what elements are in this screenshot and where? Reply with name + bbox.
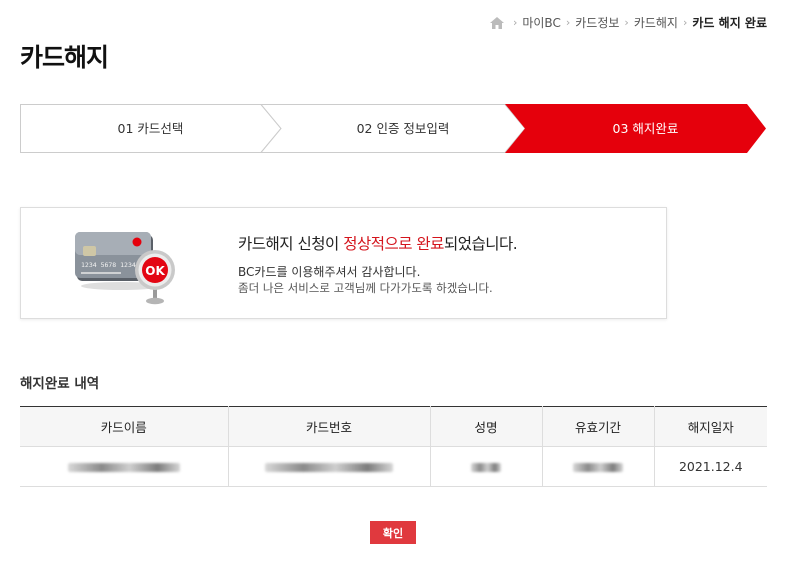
table-header-row: 카드이름 카드번호 성명 유효기간 해지일자 bbox=[20, 406, 767, 447]
breadcrumb: › 마이BC › 카드정보 › 카드해지 › 카드 해지 완료 bbox=[489, 14, 767, 31]
service-promise-text: 좀더 나은 서비스로 고객님께 다가가도록 하겠습니다. bbox=[238, 281, 493, 295]
column-header-name: 성명 bbox=[429, 406, 542, 447]
ok-card-icon: 1234 5678 1234 5678 OK bbox=[75, 232, 175, 305]
breadcrumb-item-card-cancel[interactable]: 카드해지 bbox=[634, 14, 678, 31]
home-icon[interactable] bbox=[489, 16, 504, 29]
step-indicator: 01 카드선택 02 인증 정보입력 03 해지완료 bbox=[20, 104, 766, 153]
breadcrumb-item-mybc[interactable]: 마이BC bbox=[522, 14, 560, 31]
page-title: 카드해지 bbox=[20, 43, 109, 72]
breadcrumb-separator: › bbox=[512, 16, 518, 29]
card-name-cell bbox=[20, 446, 228, 487]
breadcrumb-separator: › bbox=[565, 16, 571, 29]
completion-message-suffix: 되었습니다. bbox=[443, 235, 518, 253]
table-row: 2021.12.4 bbox=[20, 446, 767, 487]
completion-message-text: 카드해지 신청이 bbox=[238, 235, 344, 253]
card-number-cell bbox=[227, 446, 430, 487]
breadcrumb-separator: › bbox=[682, 16, 688, 29]
name-cell bbox=[429, 446, 542, 487]
column-header-card-name: 카드이름 bbox=[20, 406, 228, 447]
section-title: 해지완료 내역 bbox=[20, 376, 100, 392]
cancel-date-cell: 2021.12.4 bbox=[653, 446, 767, 487]
ok-badge-text: OK bbox=[145, 264, 165, 278]
breadcrumb-current: 카드 해지 완료 bbox=[692, 16, 767, 30]
completion-message-highlight: 정상적으로 완료 bbox=[343, 235, 444, 253]
thanks-text: BC카드를 이용해주셔서 감사합니다. bbox=[238, 265, 421, 279]
cancellation-details-table: 카드이름 카드번호 성명 유효기간 해지일자 2021.12.4 bbox=[20, 406, 767, 487]
breadcrumb-item-card-info[interactable]: 카드정보 bbox=[575, 14, 619, 31]
confirm-button[interactable]: 확인 bbox=[370, 521, 416, 544]
completion-message: 카드해지 신청이 정상적으로 완료되었습니다. bbox=[238, 232, 518, 254]
breadcrumb-separator: › bbox=[624, 16, 629, 29]
redacted-expiry bbox=[573, 463, 623, 472]
redacted-name bbox=[471, 463, 501, 472]
redacted-card-name bbox=[67, 463, 180, 472]
column-header-card-number: 카드번호 bbox=[227, 406, 430, 447]
step-1-label: 01 카드선택 bbox=[117, 121, 184, 136]
step-2-label: 02 인증 정보입력 bbox=[356, 121, 450, 136]
column-header-expiry: 유효기간 bbox=[541, 406, 654, 447]
column-header-cancel-date: 해지일자 bbox=[653, 406, 767, 447]
step-3-label: 03 해지완료 bbox=[612, 121, 679, 136]
completion-message-box: 1234 5678 1234 5678 OK 카드해지 신청이 정상적으로 완료… bbox=[20, 207, 667, 319]
expiry-cell bbox=[541, 446, 654, 487]
redacted-card-number bbox=[265, 463, 393, 472]
